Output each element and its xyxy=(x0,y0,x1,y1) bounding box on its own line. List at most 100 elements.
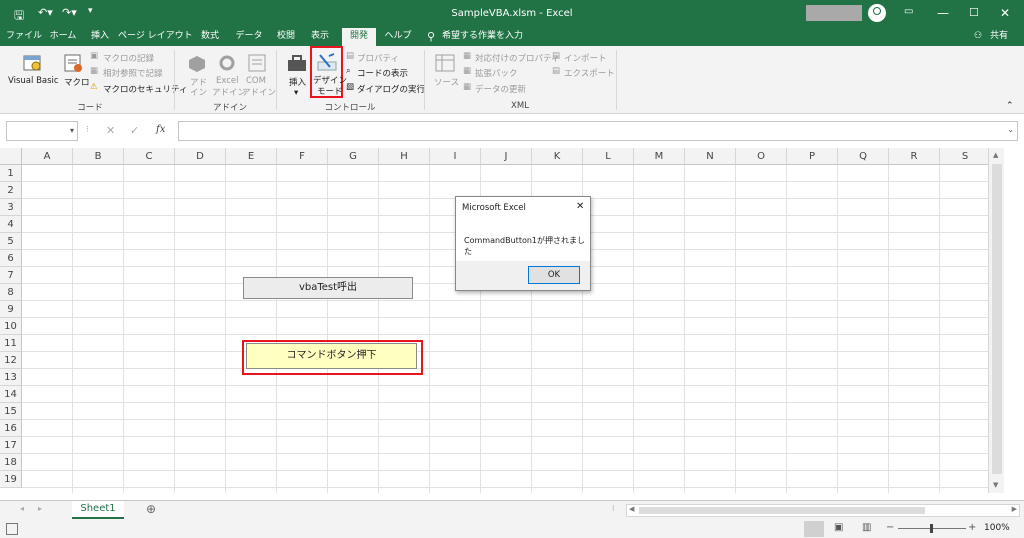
map-properties-button[interactable]: 対応付けのプロパティ xyxy=(475,52,560,64)
vertical-scrollbar[interactable]: ▲ ▼ xyxy=(988,148,1004,493)
zoom-in-icon[interactable]: + xyxy=(968,522,976,533)
ribbon-display-icon[interactable]: ▭ xyxy=(904,6,913,17)
tab-help[interactable]: ヘルプ xyxy=(384,28,412,46)
row-header[interactable]: 12 xyxy=(0,352,22,369)
scroll-up-icon[interactable]: ▲ xyxy=(993,151,998,159)
prev-sheet-icon[interactable]: ◂ xyxy=(20,504,24,513)
command-button[interactable]: コマンドボタン押下 xyxy=(246,343,417,369)
horizontal-scrollbar[interactable]: ◀ ▶ xyxy=(626,504,1020,517)
zoom-slider-thumb[interactable] xyxy=(930,524,933,533)
row-header[interactable]: 14 xyxy=(0,386,22,403)
ok-button[interactable]: OK xyxy=(528,266,580,284)
expand-formula-icon[interactable]: ⌄ xyxy=(1007,125,1014,134)
enter-icon[interactable]: ✓ xyxy=(130,124,139,137)
com-addin-label-1[interactable]: COM xyxy=(246,76,266,86)
add-sheet-icon[interactable]: ⊕ xyxy=(146,502,156,516)
row-header[interactable]: 15 xyxy=(0,403,22,420)
relative-ref-button[interactable]: 相対参照で記録 xyxy=(103,67,163,79)
column-header[interactable]: H xyxy=(379,148,430,165)
tab-home[interactable]: ホーム xyxy=(48,28,78,46)
column-header[interactable]: A xyxy=(22,148,73,165)
properties-button[interactable]: プロパティ xyxy=(357,52,399,64)
cancel-icon[interactable]: ✕ xyxy=(106,124,115,137)
import-button[interactable]: インポート xyxy=(564,52,607,64)
export-button[interactable]: エクスポート xyxy=(564,67,615,79)
row-header[interactable]: 7 xyxy=(0,267,22,284)
column-header[interactable]: L xyxy=(583,148,634,165)
tab-file[interactable]: ファイル xyxy=(6,28,42,46)
refresh-data-button[interactable]: データの更新 xyxy=(475,83,526,95)
tab-view[interactable]: 表示 xyxy=(308,28,332,46)
column-header[interactable]: P xyxy=(787,148,838,165)
tell-me-search[interactable]: 希望する作業を入力 xyxy=(442,28,523,46)
column-header[interactable]: S xyxy=(940,148,991,165)
row-header[interactable]: 6 xyxy=(0,250,22,267)
row-header[interactable]: 18 xyxy=(0,454,22,471)
design-mode-button[interactable]: デザイン モード xyxy=(310,46,347,98)
row-header[interactable]: 4 xyxy=(0,216,22,233)
page-layout-view-icon[interactable]: ▣ xyxy=(834,522,843,533)
column-header[interactable]: G xyxy=(328,148,379,165)
select-all-corner[interactable] xyxy=(0,148,22,165)
row-header[interactable]: 9 xyxy=(0,301,22,318)
insert-control-button[interactable]: 挿入 xyxy=(289,76,306,88)
page-break-view-icon[interactable]: ▥ xyxy=(862,522,871,533)
formula-input[interactable] xyxy=(178,121,1018,141)
row-header[interactable]: 8 xyxy=(0,284,22,301)
collapse-ribbon-icon[interactable]: ⌃ xyxy=(1006,101,1014,111)
column-header[interactable]: I xyxy=(430,148,481,165)
tab-page-layout[interactable]: ページ レイアウト xyxy=(118,28,193,46)
next-sheet-icon[interactable]: ▸ xyxy=(38,504,42,513)
tab-formulas[interactable]: 数式 xyxy=(198,28,222,46)
share-button[interactable]: 共有 xyxy=(986,28,1012,46)
scroll-right-icon[interactable]: ▶ xyxy=(1012,505,1017,513)
column-header[interactable]: Q xyxy=(838,148,889,165)
avatar[interactable] xyxy=(868,4,886,22)
column-header[interactable]: F xyxy=(277,148,328,165)
row-header[interactable]: 1 xyxy=(0,165,22,182)
column-header[interactable]: D xyxy=(175,148,226,165)
excel-addin-label-1[interactable]: Excel xyxy=(216,76,239,86)
sheet-tab-sheet1[interactable]: Sheet1 xyxy=(72,501,124,519)
vba-test-button[interactable]: vbaTest呼出 xyxy=(243,277,413,299)
row-header[interactable]: 5 xyxy=(0,233,22,250)
tab-data[interactable]: データ xyxy=(234,28,264,46)
record-macro-button[interactable]: マクロの記録 xyxy=(103,52,154,64)
column-header[interactable]: K xyxy=(532,148,583,165)
xml-source-button[interactable]: ソース xyxy=(434,76,459,88)
insert-function-icon[interactable]: fx xyxy=(156,124,165,135)
column-header[interactable]: M xyxy=(634,148,685,165)
column-header[interactable]: E xyxy=(226,148,277,165)
maximize-icon[interactable]: ☐ xyxy=(969,6,979,19)
row-header[interactable]: 19 xyxy=(0,471,22,488)
chevron-down-icon[interactable]: ▾ xyxy=(70,126,74,135)
minimize-icon[interactable]: — xyxy=(937,6,949,20)
row-header[interactable]: 13 xyxy=(0,369,22,386)
scroll-down-icon[interactable]: ▼ xyxy=(993,481,998,489)
view-code-button[interactable]: コードの表示 xyxy=(357,67,408,79)
macro-record-icon[interactable] xyxy=(6,523,18,535)
row-header[interactable]: 2 xyxy=(0,182,22,199)
name-box[interactable]: ▾ xyxy=(6,121,78,141)
row-header[interactable]: 3 xyxy=(0,199,22,216)
expansion-pack-button[interactable]: 拡張パック xyxy=(475,67,518,79)
run-dialog-button[interactable]: ダイアログの実行 xyxy=(357,83,425,95)
zoom-level[interactable]: 100% xyxy=(984,523,1010,533)
scroll-thumb[interactable] xyxy=(639,507,925,514)
tab-insert[interactable]: 挿入 xyxy=(88,28,112,46)
normal-view-icon[interactable] xyxy=(804,521,824,537)
column-header[interactable]: R xyxy=(889,148,940,165)
row-header[interactable]: 10 xyxy=(0,318,22,335)
column-header[interactable]: N xyxy=(685,148,736,165)
row-header[interactable]: 11 xyxy=(0,335,22,352)
row-header[interactable]: 17 xyxy=(0,437,22,454)
zoom-out-icon[interactable]: − xyxy=(886,522,894,533)
close-icon[interactable]: ✕ xyxy=(1000,6,1010,20)
column-header[interactable]: O xyxy=(736,148,787,165)
scroll-left-icon[interactable]: ◀ xyxy=(629,505,634,513)
column-header[interactable]: C xyxy=(124,148,175,165)
scroll-thumb[interactable] xyxy=(992,164,1002,474)
close-icon[interactable]: ✕ xyxy=(576,201,584,212)
tab-developer[interactable]: 開発 xyxy=(342,28,376,46)
column-header[interactable]: B xyxy=(73,148,124,165)
